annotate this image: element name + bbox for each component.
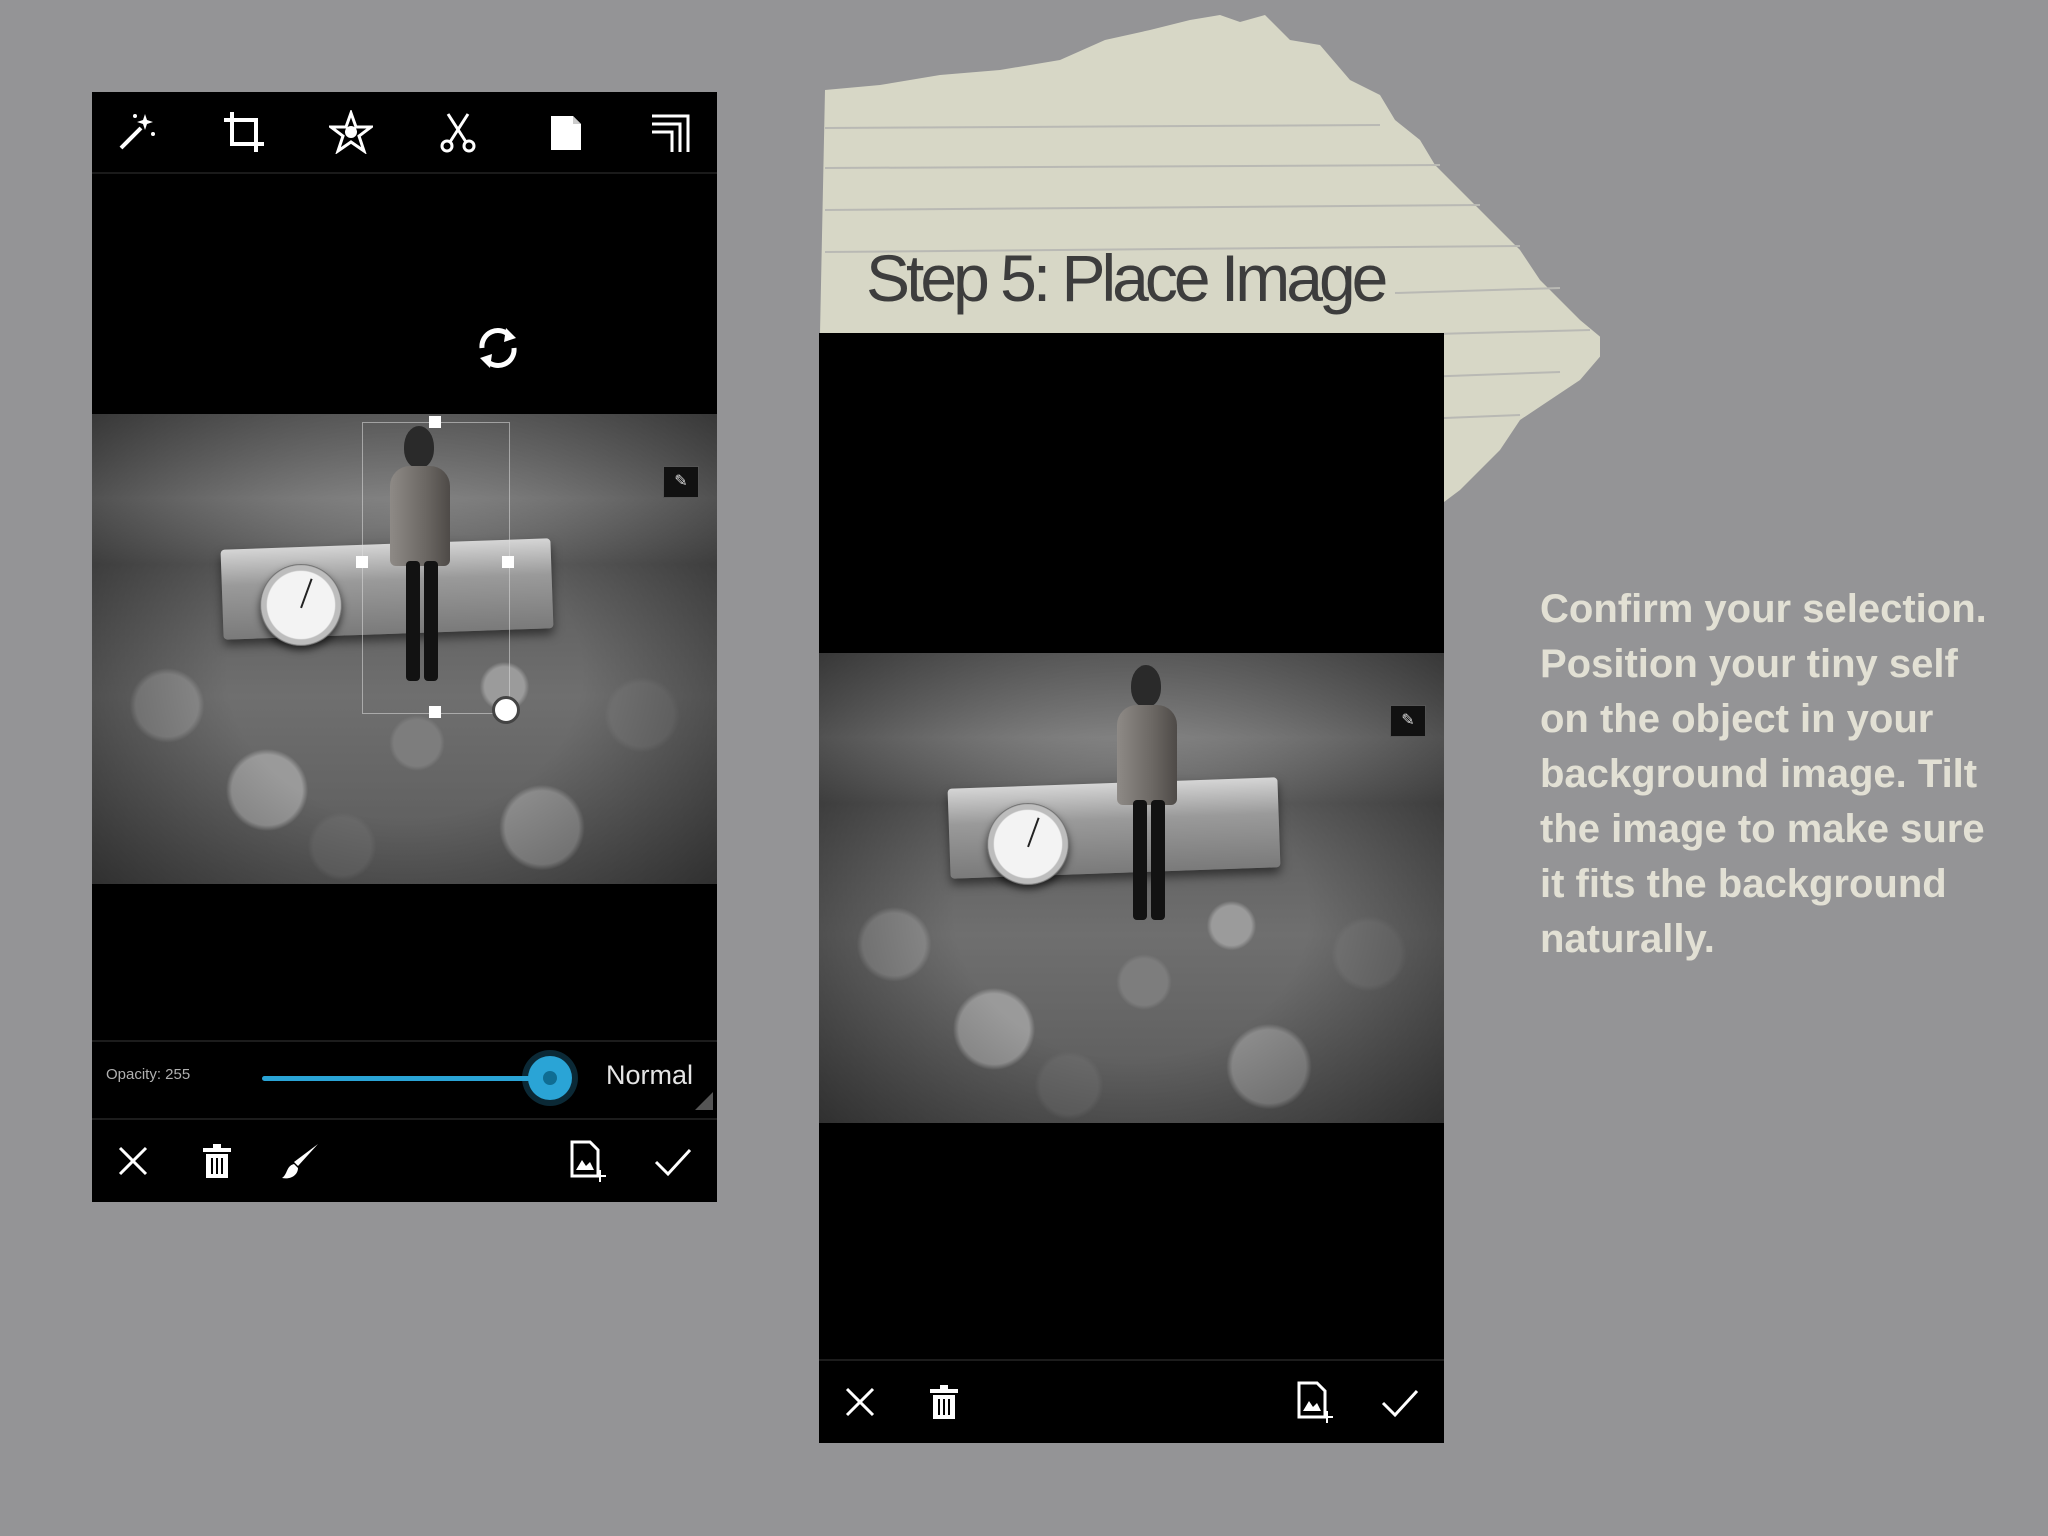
bottom-resize-handle[interactable] bbox=[429, 706, 441, 718]
add-image-icon[interactable] bbox=[1289, 1377, 1339, 1427]
blank-page-icon[interactable] bbox=[540, 107, 590, 157]
dropdown-corner-icon bbox=[695, 1092, 713, 1110]
close-icon[interactable] bbox=[108, 1136, 158, 1186]
trash-icon[interactable] bbox=[192, 1136, 242, 1186]
opacity-slider-track[interactable] bbox=[262, 1076, 550, 1081]
opacity-bar: Opacity: 255 Normal bbox=[92, 1040, 717, 1114]
top-resize-handle[interactable] bbox=[429, 416, 441, 428]
rotate-icon[interactable] bbox=[472, 322, 524, 374]
crop-icon[interactable] bbox=[219, 107, 269, 157]
scale-rotate-handle[interactable] bbox=[492, 696, 520, 724]
right-resize-handle[interactable] bbox=[502, 556, 514, 568]
trash-icon[interactable] bbox=[919, 1377, 969, 1427]
opacity-slider-thumb[interactable] bbox=[528, 1056, 572, 1100]
blend-mode-select[interactable]: Normal bbox=[606, 1060, 693, 1091]
editor-screen-left: ✎ Opacity: 255 Normal bbox=[92, 92, 717, 1202]
instruction-text: Confirm your selection. Position your ti… bbox=[1540, 587, 1987, 961]
scissors-icon[interactable] bbox=[433, 107, 483, 157]
pocket-watch-object bbox=[987, 803, 1069, 885]
composited-photo: ✎ bbox=[819, 653, 1444, 1123]
editor-screen-right: ✎ bbox=[819, 333, 1444, 1443]
pocket-watch-object bbox=[260, 564, 342, 646]
left-resize-handle[interactable] bbox=[356, 556, 368, 568]
corner-frame-icon[interactable] bbox=[647, 107, 697, 157]
opacity-label: Opacity: 255 bbox=[106, 1066, 191, 1083]
magic-wand-icon[interactable] bbox=[112, 107, 162, 157]
check-icon[interactable] bbox=[648, 1136, 698, 1186]
add-image-icon[interactable] bbox=[562, 1136, 612, 1186]
top-toolbar bbox=[92, 92, 717, 174]
step-title: Step 5: Place Image bbox=[866, 241, 1388, 315]
watermark-logo: ✎ bbox=[1390, 705, 1426, 737]
star-icon[interactable] bbox=[326, 107, 376, 157]
tiny-person-figure bbox=[1109, 665, 1189, 935]
background-photo: ✎ bbox=[92, 414, 717, 884]
check-icon[interactable] bbox=[1375, 1377, 1425, 1427]
selection-box[interactable] bbox=[362, 422, 510, 714]
bottom-action-bar bbox=[819, 1359, 1444, 1443]
bottom-action-bar bbox=[92, 1118, 717, 1202]
watermark-logo: ✎ bbox=[663, 466, 699, 498]
brush-icon[interactable] bbox=[276, 1136, 326, 1186]
close-icon[interactable] bbox=[835, 1377, 885, 1427]
